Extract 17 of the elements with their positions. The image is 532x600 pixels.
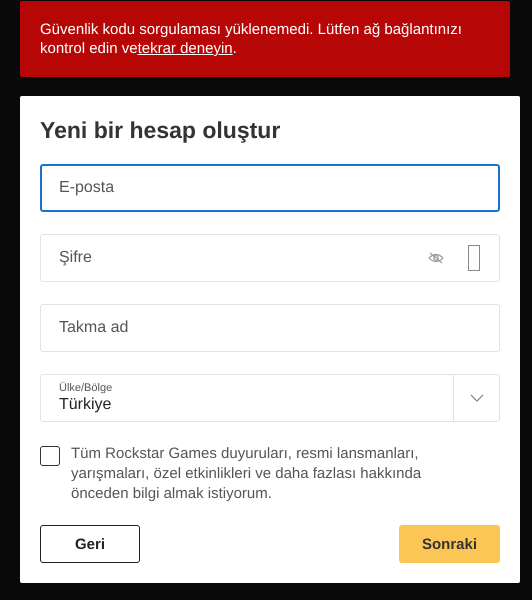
password-input[interactable]: Şifre (41, 235, 428, 281)
select-value: Türkiye (59, 395, 112, 414)
back-button[interactable]: Geri (40, 525, 140, 563)
retry-link[interactable]: tekrar deneyin (138, 40, 233, 57)
consent-label: Tüm Rockstar Games duyuruları, resmi lansmanları, yarışmaları, özel etkinlikleri ve daha fazlası hakkında önceden bilgi almak istiyorum. (71, 444, 422, 504)
form-title: Yeni bir hesap oluştur (40, 116, 282, 145)
country-select[interactable]: Ülke/Bölge Türkiye (40, 374, 500, 422)
eye-slash-icon[interactable] (428, 252, 444, 264)
next-button[interactable]: Sonraki (399, 525, 500, 563)
password-field[interactable]: Şifre (40, 234, 500, 282)
checkbox[interactable] (40, 446, 60, 466)
field-label: Ülke/Bölge (59, 382, 114, 395)
chevron-down-icon (470, 394, 484, 402)
input-field[interactable]: Takma ad (41, 305, 499, 351)
input-field[interactable]: E-posta (42, 166, 498, 210)
error-message: Güvenlik kodu sorgulaması yüklenemedi. Lütfen ağ bağlantınızı kontrol edin vetekrar deneyin. (40, 20, 463, 58)
blank-frame-icon (468, 245, 480, 271)
